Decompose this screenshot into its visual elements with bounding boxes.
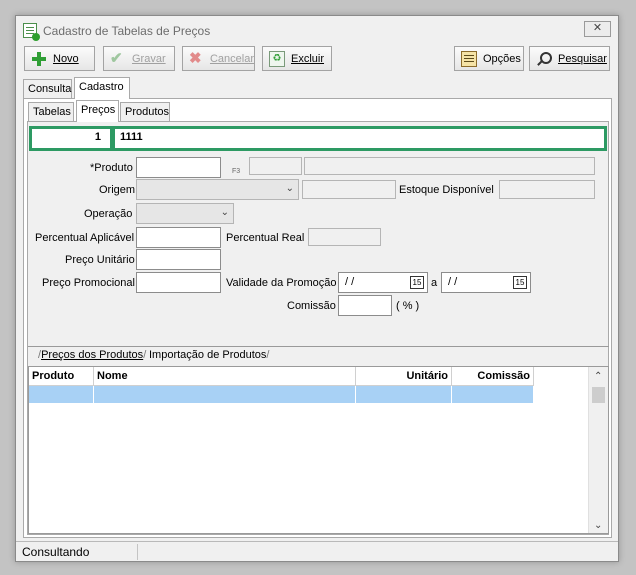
column-header-nome[interactable]: Nome bbox=[94, 367, 356, 386]
window-title: Cadastro de Tabelas de Preços bbox=[43, 24, 211, 38]
estoque-label: Estoque Disponível bbox=[399, 184, 494, 196]
pesquisar-label: Pesquisar bbox=[558, 52, 607, 65]
preco-promocional-label: Preço Promocional bbox=[42, 277, 135, 289]
origem-label: Origem bbox=[99, 184, 136, 196]
table-row-cell[interactable] bbox=[29, 386, 94, 403]
app-icon bbox=[23, 23, 40, 41]
products-grid[interactable]: Produto Nome Unitário Comissão ⌃ ⌄ bbox=[28, 366, 609, 534]
magnifier-icon bbox=[536, 51, 552, 67]
opcoes-button[interactable]: Opções bbox=[454, 46, 524, 71]
calendar-icon[interactable]: 15 bbox=[410, 276, 424, 289]
tab-precos-dos-produtos[interactable]: /Preços dos Produtos/ bbox=[38, 348, 146, 364]
date-separator: a bbox=[431, 277, 438, 289]
tab-slant-icon: / bbox=[143, 349, 147, 361]
chevron-down-icon: ⌄ bbox=[220, 207, 229, 218]
grid-scrollbar[interactable]: ⌃ ⌄ bbox=[588, 367, 608, 533]
tab-tabelas[interactable]: Tabelas bbox=[28, 102, 74, 122]
subtab-divider bbox=[28, 346, 609, 347]
novo-label: Novo bbox=[53, 52, 79, 65]
pesquisar-button[interactable]: Pesquisar bbox=[529, 46, 610, 71]
tab-slant-icon: / bbox=[266, 349, 270, 361]
opcoes-label: Opções bbox=[483, 52, 521, 65]
column-header-comissao[interactable]: Comissão bbox=[452, 367, 534, 386]
validade-fim-input[interactable]: / / 15 bbox=[441, 272, 531, 293]
validade-inicio-input[interactable]: / / 15 bbox=[338, 272, 428, 293]
close-button[interactable]: ✕ bbox=[584, 21, 611, 37]
table-row-cell[interactable] bbox=[94, 386, 356, 403]
status-bar: Consultando bbox=[16, 541, 618, 561]
novo-button[interactable]: Novo bbox=[24, 46, 95, 71]
tab-cadastro[interactable]: Cadastro bbox=[74, 77, 130, 99]
status-text: Consultando bbox=[18, 544, 138, 560]
operacao-select[interactable]: ⌄ bbox=[136, 203, 234, 224]
preco-unitario-label: Preço Unitário bbox=[65, 254, 135, 266]
comissao-unit: ( % ) bbox=[396, 300, 420, 312]
estoque-readonly bbox=[499, 180, 595, 199]
excluir-label: Excluir bbox=[291, 52, 325, 65]
validade-inicio-value: / / bbox=[345, 276, 355, 288]
origem-readonly bbox=[302, 180, 396, 199]
calendar-icon[interactable]: 15 bbox=[513, 276, 527, 289]
notepad-icon bbox=[461, 50, 477, 67]
gravar-button[interactable]: ✔ Gravar bbox=[103, 46, 175, 71]
preco-unitario-input[interactable] bbox=[136, 249, 221, 270]
tab-importacao-produtos[interactable]: Importação de Produtos/ bbox=[149, 348, 269, 364]
percentual-aplicavel-input[interactable] bbox=[136, 227, 221, 248]
excluir-button[interactable]: ♻ Excluir bbox=[262, 46, 332, 71]
f3-hint: F3 bbox=[232, 168, 241, 175]
scroll-thumb[interactable] bbox=[592, 387, 605, 403]
validade-fim-value: / / bbox=[448, 276, 458, 288]
tab-precos[interactable]: Preços bbox=[76, 100, 119, 122]
header-name: 1111 bbox=[120, 131, 143, 143]
tab-consulta[interactable]: Consulta bbox=[23, 79, 72, 99]
produto-name-readonly bbox=[304, 157, 595, 175]
checkmark-icon: ✔ bbox=[110, 49, 123, 67]
main-window: Cadastro de Tabelas de Preços ✕ Novo ✔ G… bbox=[15, 15, 619, 562]
table-row-cell[interactable] bbox=[356, 386, 452, 403]
column-header-produto[interactable]: Produto bbox=[29, 367, 94, 386]
tab-importacao-produtos-label: Importação de Produtos bbox=[149, 349, 267, 361]
validade-label: Validade da Promoção bbox=[226, 277, 337, 289]
preco-promocional-input[interactable] bbox=[136, 272, 221, 293]
comissao-input[interactable] bbox=[338, 295, 392, 316]
tab-precos-dos-produtos-label: Preços dos Produtos bbox=[41, 349, 144, 361]
origem-select[interactable]: ⌄ bbox=[136, 179, 299, 200]
recycle-icon: ♻ bbox=[269, 50, 285, 67]
column-header-unitario[interactable]: Unitário bbox=[356, 367, 452, 386]
title-bar: Cadastro de Tabelas de Preços ✕ bbox=[16, 16, 618, 45]
tab-produtos[interactable]: Produtos bbox=[120, 102, 170, 122]
header-separator bbox=[110, 129, 115, 148]
plus-icon bbox=[31, 51, 47, 67]
scroll-down-icon[interactable]: ⌄ bbox=[594, 520, 602, 531]
produto-label: *Produto bbox=[90, 162, 133, 174]
cancelar-label: Cancelar bbox=[209, 52, 254, 65]
percentual-real-label: Percentual Real bbox=[226, 232, 305, 244]
produto-input[interactable] bbox=[136, 157, 221, 178]
comissao-label: Comissão bbox=[287, 300, 336, 312]
header-bar: 1 1111 bbox=[29, 126, 607, 151]
table-row-cell[interactable] bbox=[452, 386, 534, 403]
gravar-label: Gravar bbox=[132, 52, 166, 65]
header-code: 1 bbox=[94, 131, 101, 143]
scroll-up-icon[interactable]: ⌃ bbox=[594, 371, 602, 382]
operacao-label: Operação bbox=[84, 208, 133, 220]
percentual-aplicavel-label: Percentual Aplicável bbox=[35, 232, 135, 244]
produto-code-readonly bbox=[249, 157, 302, 175]
x-icon: ✖ bbox=[189, 49, 202, 67]
chevron-down-icon: ⌄ bbox=[285, 183, 294, 194]
percentual-real-readonly bbox=[308, 228, 381, 246]
cancelar-button[interactable]: ✖ Cancelar bbox=[182, 46, 255, 71]
